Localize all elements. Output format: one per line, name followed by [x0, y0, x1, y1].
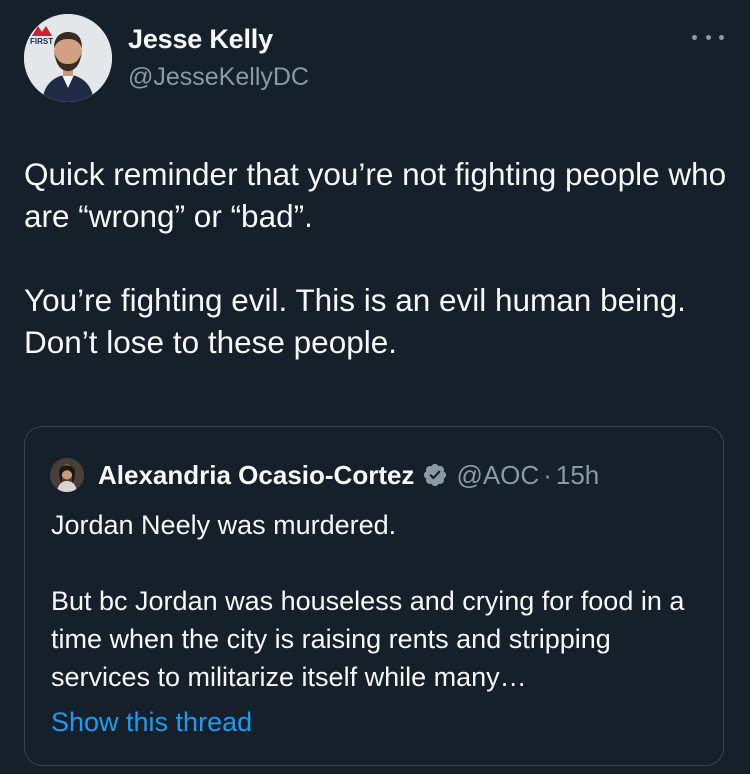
- quoted-author-avatar: [50, 458, 84, 492]
- author-avatar[interactable]: FIRST: [24, 14, 112, 102]
- more-horizontal-icon[interactable]: [692, 32, 724, 42]
- author-name[interactable]: Jesse Kelly: [128, 24, 273, 55]
- tweet-header: FIRST Jesse Kelly @JesseKellyDC: [24, 14, 730, 106]
- quoted-author-name: Alexandria Ocasio-Cortez: [98, 459, 415, 490]
- separator-dot: ·: [543, 459, 552, 490]
- quoted-avatar-image: [50, 458, 84, 492]
- quoted-tweet-text: Jordan Neely was murdered. But bc Jordan…: [51, 506, 711, 696]
- tweet-text: Quick reminder that you’re not fighting …: [24, 153, 730, 363]
- verified-badge-icon: [424, 463, 447, 487]
- more-dot: [719, 34, 724, 40]
- tweet-paragraph: Quick reminder that you’re not fighting …: [24, 156, 727, 234]
- more-dot: [705, 34, 711, 40]
- author-avatar-image: FIRST: [24, 14, 112, 102]
- more-dot: [692, 34, 697, 40]
- quoted-tweet-header: Alexandria Ocasio-Cortez @AOC · 15h: [50, 457, 599, 493]
- avatar-logo-text: FIRST: [30, 37, 53, 46]
- quoted-paragraph: But bc Jordan was houseless and crying f…: [51, 586, 685, 692]
- tweet-paragraph: You’re fighting evil. This is an evil hu…: [24, 282, 686, 360]
- quoted-author-handle: @AOC: [456, 459, 540, 490]
- author-handle[interactable]: @JesseKellyDC: [128, 63, 309, 92]
- quoted-paragraph: Jordan Neely was murdered.: [51, 510, 397, 540]
- show-thread-link[interactable]: Show this thread: [51, 703, 252, 741]
- quoted-tweet-card[interactable]: Alexandria Ocasio-Cortez @AOC · 15h Jord…: [24, 426, 724, 766]
- quoted-timestamp[interactable]: 15h: [556, 460, 599, 491]
